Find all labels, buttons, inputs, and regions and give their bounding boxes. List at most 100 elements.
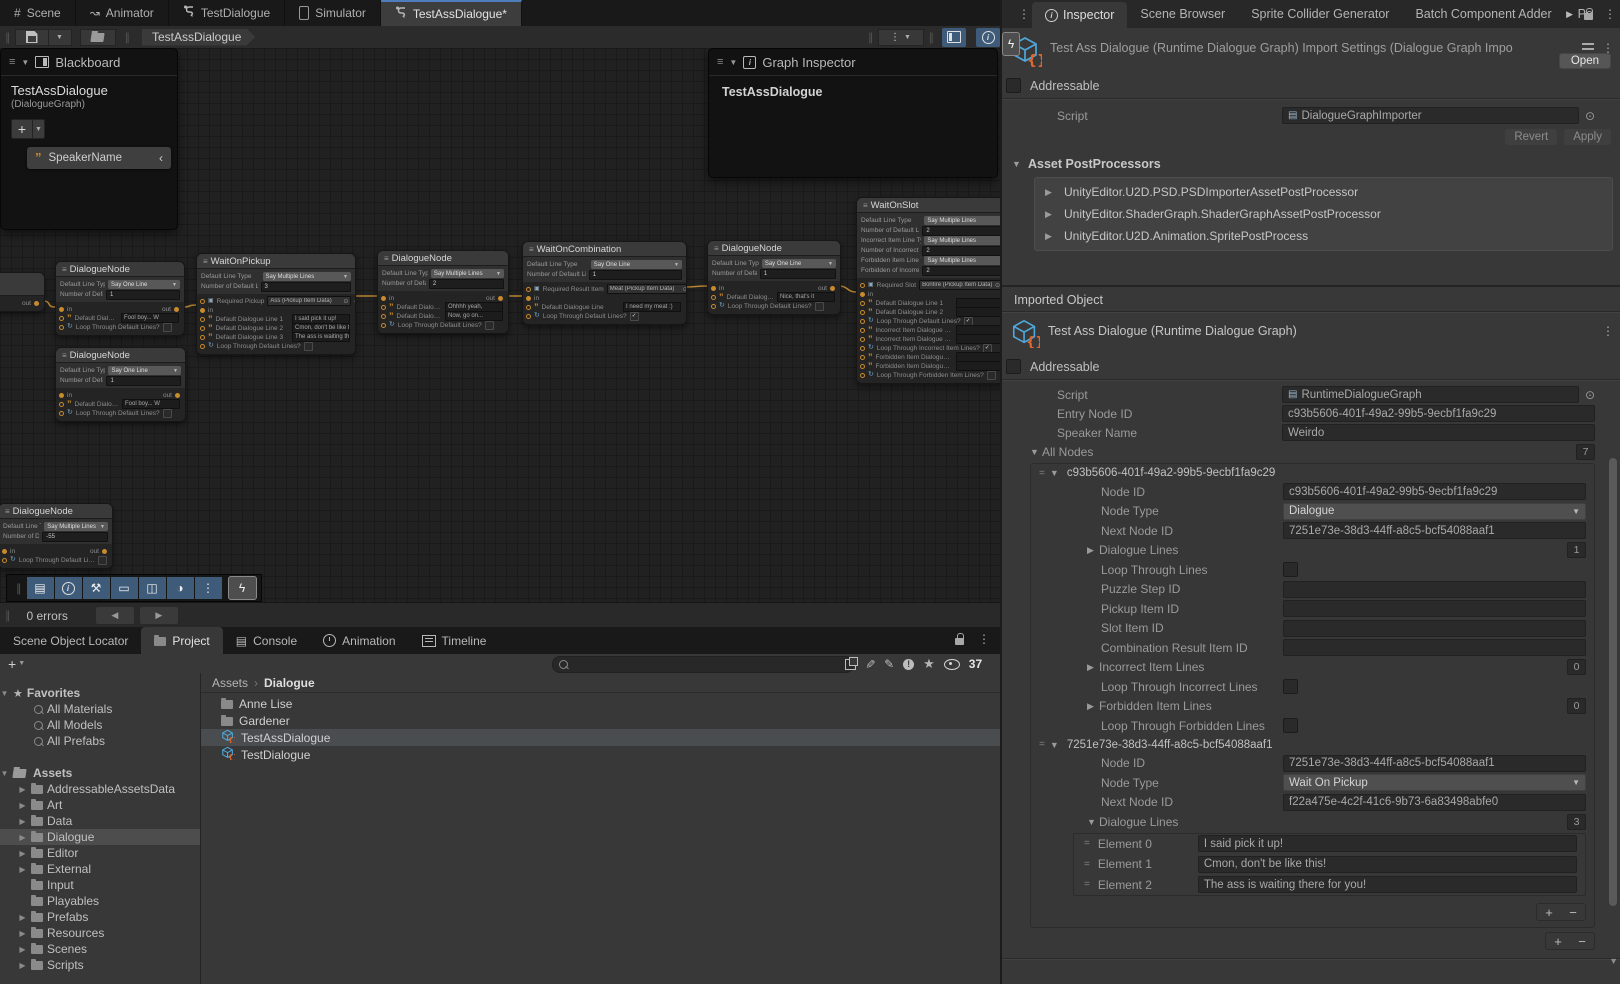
- node-detail-field[interactable]: 7251e73e-38d3-44ff-a8c5-bcf54088aaf1: [1283, 755, 1586, 772]
- foldout-closed-icon[interactable]: ▶: [1045, 187, 1057, 198]
- file-item-gardener[interactable]: Gardener: [201, 712, 1000, 729]
- graph-options-button[interactable]: ⋮▼: [878, 29, 924, 46]
- visibility-eye-icon[interactable]: [944, 659, 960, 670]
- addressable-checkbox[interactable]: [1006, 78, 1021, 93]
- dialogue-line-field[interactable]: The ass is waiting there for you!: [292, 332, 350, 342]
- element-field[interactable]: I said pick it up!: [1198, 835, 1577, 852]
- node-property-field[interactable]: 1: [106, 376, 181, 386]
- input-port-icon[interactable]: [381, 296, 386, 301]
- node-title-bar[interactable]: ≡DialogueNode: [708, 241, 840, 256]
- postprocessors-header[interactable]: ▼ Asset PostProcessors: [1002, 151, 1620, 175]
- node-property-dropdown[interactable]: Say Multiple Lines▼: [44, 522, 108, 531]
- dialogue-line-field[interactable]: Fool boy... W: [121, 313, 179, 323]
- addressable-checkbox[interactable]: [1006, 359, 1021, 374]
- drag-handle-icon[interactable]: =: [1084, 879, 1090, 890]
- inspector-tab-scene-browser[interactable]: Scene Browser: [1127, 0, 1238, 28]
- graph-node-dialogue-node-a[interactable]: ≡DialogueNodeDefault Line TypeSay One Li…: [55, 261, 185, 336]
- input-port-icon[interactable]: [526, 287, 531, 292]
- file-item-testassdialogue[interactable]: {}TestAssDialogue: [201, 729, 1000, 746]
- input-port-icon[interactable]: [860, 328, 865, 333]
- lock-icon[interactable]: [955, 638, 964, 645]
- input-port-icon[interactable]: [860, 346, 865, 351]
- file-item-testdialogue[interactable]: {}TestDialogue: [201, 746, 1000, 763]
- output-port-icon[interactable]: [34, 301, 39, 306]
- tree-item-all-prefabs[interactable]: All Prefabs: [0, 733, 200, 749]
- element-field[interactable]: The ass is waiting there for you!: [1198, 876, 1577, 893]
- node-property-dropdown[interactable]: Say One Line▼: [762, 259, 836, 268]
- graph-node-dialogue-node-e[interactable]: ≡DialogueNodeDefault Line TypeSay Multip…: [0, 503, 113, 569]
- graph-node-start-node[interactable]: ≡StartNodeSpeakerNameout: [0, 272, 45, 312]
- bottom-tab-console[interactable]: ▤Console: [223, 627, 310, 654]
- next-error-button[interactable]: ▶: [140, 607, 178, 624]
- context-menu-icon[interactable]: ⋮: [1602, 324, 1614, 338]
- detail-checkbox[interactable]: [1283, 562, 1298, 577]
- node-detail-field[interactable]: f22a475e-4c2f-41c6-9b73-6a83498abfe0: [1283, 794, 1586, 811]
- foldout-closed-icon[interactable]: ▶: [18, 945, 27, 954]
- node-property-field[interactable]: 2: [429, 279, 504, 289]
- node-title-bar[interactable]: ≡StartNode: [0, 273, 44, 296]
- input-port-icon[interactable]: [860, 310, 865, 315]
- foldout-closed-icon[interactable]: ▶: [18, 801, 27, 810]
- input-port-icon[interactable]: [860, 364, 865, 369]
- input-port-icon[interactable]: [200, 326, 205, 331]
- node-title-bar[interactable]: ≡WaitOnCombination: [523, 242, 686, 257]
- input-port-icon[interactable]: [526, 305, 531, 310]
- node-property-field[interactable]: 2: [922, 266, 1000, 276]
- save-dropdown-button[interactable]: ▼: [49, 29, 72, 46]
- graph-node-dialogue-node-d[interactable]: ≡DialogueNodeDefault Line TypeSay One Li…: [707, 240, 841, 315]
- revert-button[interactable]: Revert: [1505, 129, 1557, 145]
- tree-item-data[interactable]: ▶Data: [0, 813, 200, 829]
- tree-item-scripts[interactable]: ▶Scripts: [0, 957, 200, 973]
- input-port-icon[interactable]: [59, 316, 64, 321]
- tree-item-dialogue[interactable]: ▶Dialogue: [0, 829, 200, 845]
- foldout-open-icon[interactable]: ▼: [1050, 740, 1062, 750]
- node-property-dropdown[interactable]: Say Multiple Lines▼: [263, 272, 352, 281]
- node-property-dropdown[interactable]: Say One Line▼: [108, 280, 180, 289]
- dialogue-graph-canvas[interactable]: ≡ ▼ Blackboard TestAssDialogue (Dialogue…: [0, 48, 1000, 602]
- input-port-icon[interactable]: [711, 295, 716, 300]
- postprocessor-row[interactable]: ▶UnityEditor.U2D.PSD.PSDImporterAssetPos…: [1035, 181, 1612, 203]
- node-property-field[interactable]: -55: [42, 532, 108, 542]
- drag-handle-icon[interactable]: =: [1084, 838, 1090, 849]
- input-port-icon[interactable]: [59, 307, 64, 312]
- node-property-field[interactable]: 1: [106, 290, 180, 300]
- input-port-icon[interactable]: [200, 335, 205, 340]
- foldout-closed-icon[interactable]: ▶: [1045, 231, 1057, 242]
- project-search-input[interactable]: [552, 656, 854, 673]
- tree-item-playables[interactable]: Playables: [0, 893, 200, 909]
- foldout-open-icon[interactable]: ▼: [1050, 468, 1062, 478]
- dialogue-line-field[interactable]: Now, go on...: [445, 311, 503, 321]
- doc-tab-testassdialogue-[interactable]: TestAssDialogue*: [381, 0, 522, 26]
- foldout-closed-icon[interactable]: ▶: [18, 929, 27, 938]
- object-picker-icon[interactable]: ⊙: [343, 298, 348, 305]
- doc-tab-animator[interactable]: ↝Animator: [76, 0, 169, 26]
- node-collapse-icon[interactable]: ≡: [863, 201, 868, 210]
- edge-wait-on-combination-node-to-dialogue-node-d[interactable]: [685, 286, 707, 287]
- tree-item-input[interactable]: Input: [0, 877, 200, 893]
- input-port-icon[interactable]: [381, 323, 386, 328]
- drag-handle-icon[interactable]: =: [1039, 468, 1045, 479]
- foldout-closed-icon[interactable]: ▶: [1087, 701, 1099, 712]
- blackboard-panel[interactable]: ≡ ▼ Blackboard TestAssDialogue (Dialogue…: [0, 48, 178, 230]
- live-reload-button[interactable]: ϟ: [1002, 32, 1020, 56]
- bottom-tab-animation[interactable]: Animation: [310, 627, 408, 654]
- object-field[interactable]: Meat (Pickup Item Data)⊙: [607, 284, 687, 294]
- tree-item-scenes[interactable]: ▶Scenes: [0, 941, 200, 957]
- loop-checkbox[interactable]: [485, 321, 494, 330]
- foldout-closed-icon[interactable]: ▶: [1045, 209, 1057, 220]
- toggle-blackboard-button[interactable]: [942, 28, 966, 47]
- scroll-down-arrow-icon[interactable]: ▼: [1609, 956, 1618, 966]
- output-port-icon[interactable]: [830, 286, 835, 291]
- speaker-name-field[interactable]: Weirdo: [1282, 424, 1595, 441]
- open-button[interactable]: Open: [1559, 53, 1611, 69]
- count-badge[interactable]: 0: [1567, 698, 1586, 714]
- footer-audio-icon[interactable]: ◑: [167, 577, 194, 599]
- inspector-tab-inspector[interactable]: iInspector: [1032, 2, 1127, 28]
- foldout-closed-icon[interactable]: ▶: [18, 849, 27, 858]
- foldout-open-icon[interactable]: ▼: [0, 689, 9, 698]
- apply-button[interactable]: Apply: [1564, 129, 1611, 145]
- object-picker-icon[interactable]: ⊙: [683, 286, 687, 293]
- input-port-icon[interactable]: [59, 325, 64, 330]
- doc-tab-testdialogue[interactable]: TestDialogue: [169, 0, 285, 26]
- drag-handle-icon[interactable]: ∥: [5, 31, 10, 44]
